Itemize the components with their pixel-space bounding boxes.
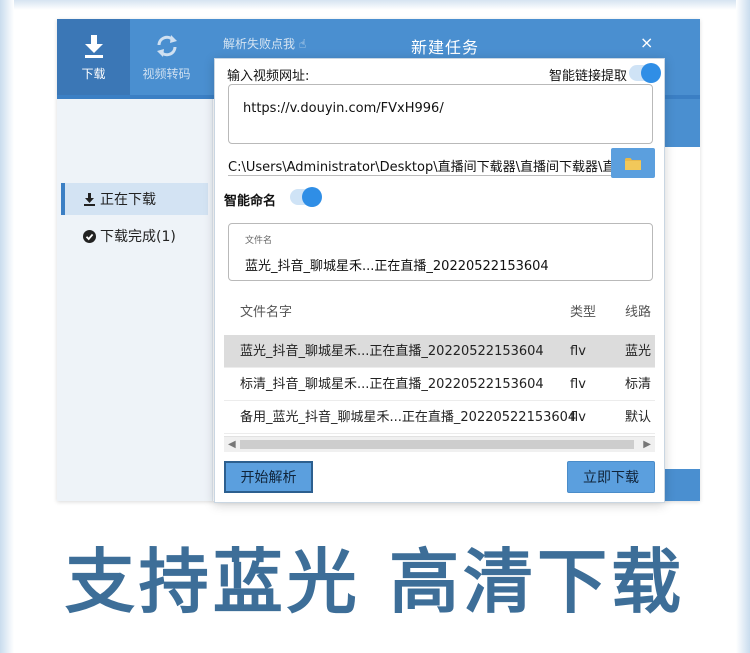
nav-download-label: 下载 (81, 66, 106, 81)
row-name: 蓝光_抖音_聊城星禾...正在直播_20220522153604 (240, 344, 544, 359)
download-arrow-icon (84, 34, 103, 58)
row-type: flv (570, 410, 586, 425)
filename-field[interactable]: 文件名 蓝光_抖音_聊城星禾...正在直播_20220522153604 (228, 223, 653, 281)
scroll-left-icon[interactable]: ◀ (228, 437, 236, 453)
nav-download-button[interactable]: 下载 (57, 19, 130, 95)
toggle-knob (641, 63, 661, 83)
save-path-field[interactable]: C:\Users\Administrator\Desktop\直播间下载器\直播… (228, 152, 612, 176)
new-task-dialog: 输入视频网址: 智能链接提取 https://v.douyin.com/FVxH… (214, 58, 665, 503)
smart-link-label: 智能链接提取 (549, 69, 628, 84)
stream-table: 文件名字 类型 线路 蓝光_抖音_聊城星禾...正在直播_20220522153… (224, 295, 655, 453)
smart-naming-toggle[interactable] (290, 187, 322, 207)
sidebar: 正在下载 下载完成(1) (57, 99, 213, 501)
parse-fail-label: 解析失败点我 (223, 37, 296, 51)
header-name: 文件名字 (240, 305, 293, 320)
sidebar-item-label: 下载完成(1) (100, 229, 176, 245)
smart-naming-label: 智能命名 (224, 194, 277, 209)
nav-convert-label: 视频转码 (142, 66, 191, 81)
save-path-value: C:\Users\Administrator\Desktop\直播间下载器\直播… (228, 160, 612, 175)
url-input[interactable]: https://v.douyin.com/FVxH996/ (228, 84, 653, 144)
frame-top-edge (0, 0, 750, 10)
toggle-knob (302, 187, 322, 207)
header-line: 线路 (625, 305, 652, 320)
sidebar-item-downloading[interactable]: 正在下载 (61, 183, 208, 215)
download-now-button[interactable]: 立即下载 (567, 461, 655, 493)
hand-pointer-icon: ☝ (298, 37, 307, 51)
parse-fail-link[interactable]: 解析失败点我 ☝ (223, 35, 306, 52)
table-header: 文件名字 类型 线路 (224, 295, 655, 331)
check-circle-icon (83, 229, 96, 243)
start-parse-button[interactable]: 开始解析 (224, 461, 313, 493)
url-label: 输入视频网址: (227, 69, 310, 84)
row-line: 蓝光 (625, 344, 652, 359)
smart-link-toggle[interactable] (629, 63, 661, 83)
download-icon (84, 192, 95, 206)
row-line: 标清 (625, 377, 652, 392)
sidebar-item-label: 正在下载 (100, 192, 156, 208)
table-row[interactable]: 蓝光_抖音_聊城星禾...正在直播_20220522153604 flv 蓝光 (224, 335, 655, 368)
sidebar-item-completed[interactable]: 下载完成(1) (61, 220, 208, 252)
row-name: 备用_蓝光_抖音_聊城星禾...正在直播_20220522153604 (240, 410, 577, 425)
refresh-icon (156, 34, 177, 57)
header-type: 类型 (570, 305, 597, 320)
table-row[interactable]: 备用_蓝光_抖音_聊城星禾...正在直播_20220522153604 flv … (224, 401, 655, 434)
table-row[interactable]: 标清_抖音_聊城星禾...正在直播_20220522153604 flv 标清 (224, 368, 655, 401)
browse-folder-button[interactable] (611, 148, 655, 178)
scroll-thumb[interactable] (240, 440, 634, 449)
row-line: 默认 (625, 410, 652, 425)
headline-caption: 支持蓝光 高清下载 (64, 541, 686, 623)
row-type: flv (570, 377, 586, 392)
horizontal-scrollbar[interactable]: ◀ ▶ (224, 436, 655, 452)
row-type: flv (570, 344, 586, 359)
filename-caption: 文件名 (245, 236, 273, 246)
nav-convert-button[interactable]: 视频转码 (130, 19, 203, 95)
folder-icon (625, 157, 641, 170)
dialog-title: 新建任务 (411, 38, 480, 57)
scroll-right-icon[interactable]: ▶ (643, 437, 651, 453)
close-icon[interactable]: × (640, 33, 653, 52)
row-name: 标清_抖音_聊城星禾...正在直播_20220522153604 (240, 377, 544, 392)
url-value: https://v.douyin.com/FVxH996/ (243, 101, 444, 116)
filename-value: 蓝光_抖音_聊城星禾...正在直播_20220522153604 (245, 259, 549, 274)
